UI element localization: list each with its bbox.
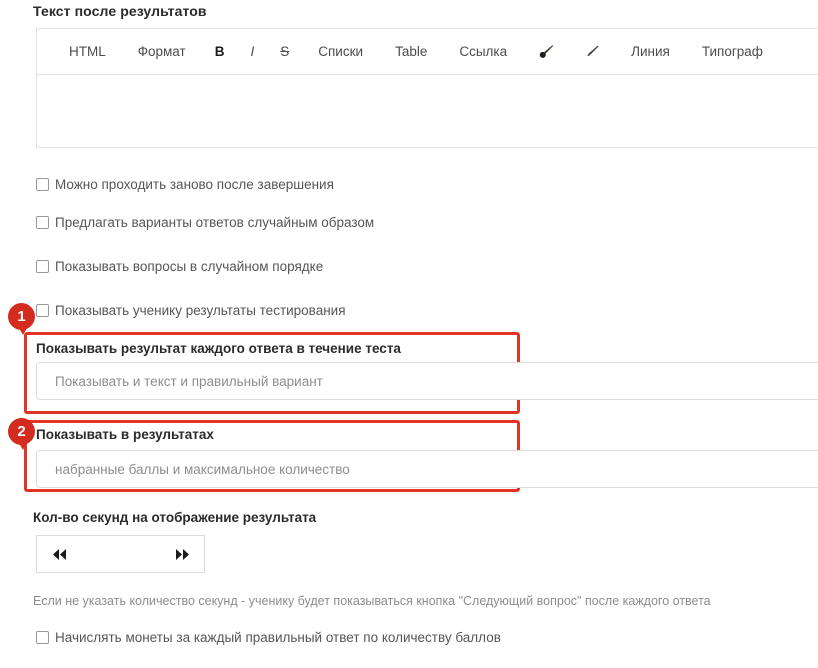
checkbox-row-2[interactable]: Предлагать варианты ответов случайным об…: [36, 214, 374, 231]
seconds-input[interactable]: [81, 535, 160, 573]
annotation-badge-1: 1: [8, 303, 35, 335]
double-left-arrow-icon: [52, 548, 66, 560]
toolbar-html[interactable]: HTML: [53, 29, 122, 75]
checkbox-shuffle-questions[interactable]: [36, 260, 49, 273]
pencil-icon[interactable]: [569, 29, 615, 75]
checkbox-row-3[interactable]: Показывать вопросы в случайном порядке: [36, 258, 323, 275]
checkbox-row-1[interactable]: Можно проходить заново после завершения: [36, 176, 334, 193]
label-seconds-to-show-result: Кол-во секунд на отображение результата: [33, 510, 317, 525]
select-show-each-answer-result[interactable]: Показывать и текст и правильный вариант: [36, 362, 818, 400]
page-root: Текст после результатов HTML Формат B I S Спи…: [0, 0, 818, 668]
toolbar-link[interactable]: Ссылка: [443, 29, 523, 75]
toolbar-typograph[interactable]: Типограф: [686, 29, 779, 75]
checkbox-shuffle-answers[interactable]: [36, 216, 49, 229]
checkbox-show-results-label: Показывать ученику результаты тестирован…: [55, 303, 346, 318]
toolbar-line[interactable]: Линия: [615, 29, 686, 75]
seconds-stepper: [36, 535, 205, 573]
page-title: Текст после результатов: [33, 3, 207, 19]
checkbox-row-award-coins[interactable]: Начислять монеты за каждый правильный от…: [36, 629, 501, 646]
checkbox-shuffle-questions-label: Показывать вопросы в случайном порядке: [55, 259, 324, 274]
checkbox-shuffle-answers-label: Предлагать варианты ответов случайным об…: [55, 215, 375, 230]
seconds-decrement-button[interactable]: [36, 535, 81, 573]
editor-content-area[interactable]: [36, 74, 818, 148]
toolbar-bold[interactable]: B: [202, 29, 238, 75]
toolbar-italic[interactable]: I: [237, 29, 267, 75]
seconds-hint-text: Если не указать количество секунд - учен…: [33, 594, 711, 608]
toolbar-format[interactable]: Формат: [122, 29, 202, 75]
double-right-arrow-icon: [175, 548, 189, 560]
toolbar-lists[interactable]: Списки: [302, 29, 379, 75]
seconds-increment-button[interactable]: [160, 535, 205, 573]
checkbox-show-results[interactable]: [36, 304, 49, 317]
label-show-in-results: Показывать в результатах: [36, 427, 214, 442]
annotation-badge-2: 2: [8, 418, 35, 450]
label-show-each-answer-result: Показывать результат каждого ответа в те…: [36, 341, 401, 356]
toolbar-table[interactable]: Table: [379, 29, 443, 75]
select-show-in-results[interactable]: набранные баллы и максимальное количеств…: [36, 450, 818, 488]
checkbox-row-4[interactable]: Показывать ученику результаты тестирован…: [36, 302, 346, 319]
checkbox-award-coins[interactable]: [36, 631, 49, 644]
editor-toolbar: HTML Формат B I S Списки Table Ссылка Линия Типог…: [36, 28, 818, 74]
paintbrush-icon[interactable]: [523, 29, 569, 75]
checkbox-retake-label: Можно проходить заново после завершения: [55, 177, 334, 192]
rich-text-editor: HTML Формат B I S Списки Table Ссылка Линия Типог…: [36, 28, 818, 148]
checkbox-retake[interactable]: [36, 178, 49, 191]
toolbar-strikethrough[interactable]: S: [267, 29, 302, 75]
checkbox-label-award-coins: Начислять монеты за каждый правильный от…: [55, 630, 501, 645]
